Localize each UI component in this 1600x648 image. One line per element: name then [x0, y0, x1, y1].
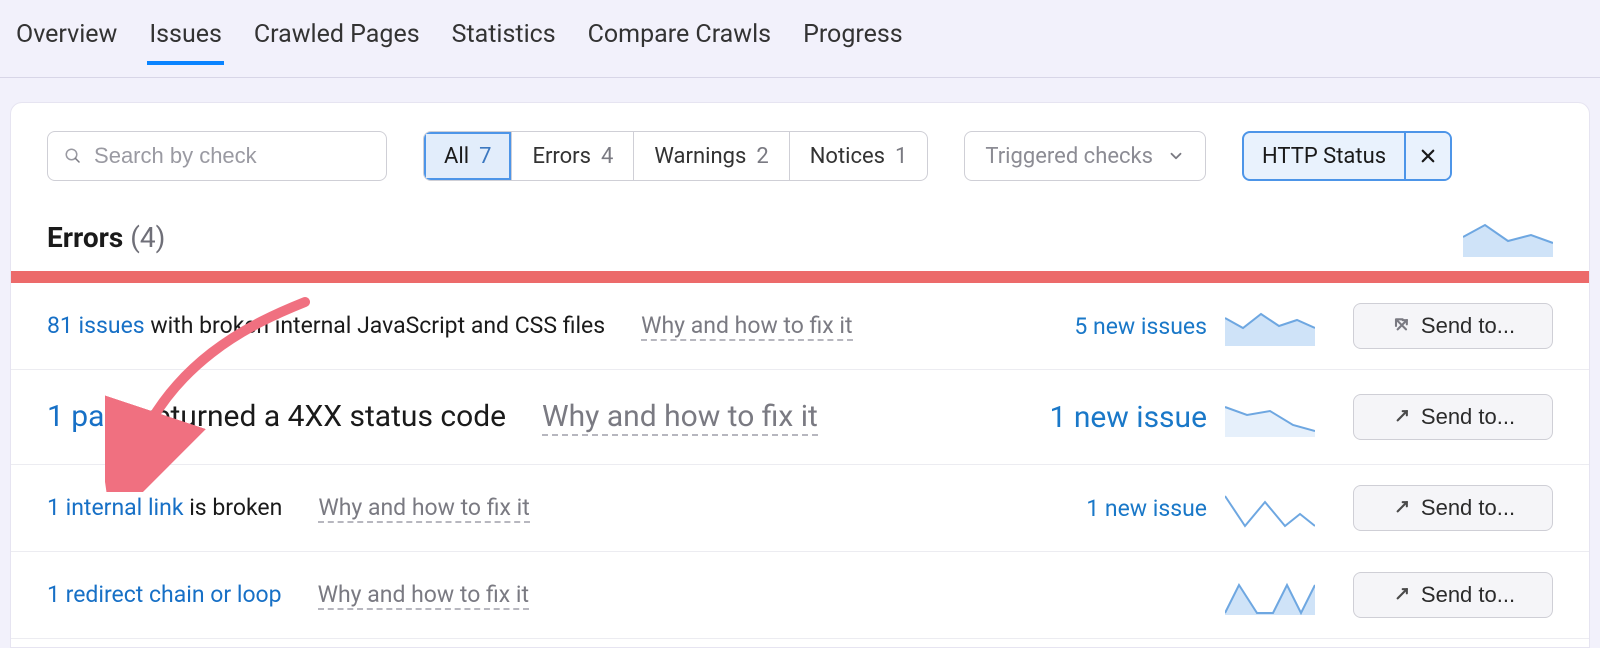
- issue-title[interactable]: 1 internal link is broken: [47, 494, 282, 521]
- section-count: (4): [130, 221, 165, 254]
- issue-link[interactable]: 1 page: [47, 399, 137, 434]
- issue-link[interactable]: 81 issues: [47, 312, 145, 339]
- search-input-wrap[interactable]: [47, 131, 387, 181]
- segment-count: 7: [479, 144, 491, 169]
- send-to-label: Send to...: [1421, 582, 1515, 608]
- issue-title[interactable]: 1 page returned a 4XX status code: [47, 399, 506, 434]
- why-and-how-link[interactable]: Why and how to fix it: [542, 399, 818, 436]
- tab-issues[interactable]: Issues: [147, 20, 224, 65]
- dropdown-label: Triggered checks: [985, 144, 1153, 169]
- search-icon: [64, 146, 82, 166]
- top-tabs: Overview Issues Crawled Pages Statistics…: [0, 0, 1600, 78]
- issue-link[interactable]: 1 internal link: [47, 494, 184, 521]
- tab-crawled-pages[interactable]: Crawled Pages: [252, 20, 422, 65]
- tab-overview[interactable]: Overview: [14, 20, 119, 65]
- row-sparkline: [1225, 488, 1315, 528]
- segment-all[interactable]: All 7: [424, 132, 512, 180]
- send-to-button[interactable]: Send to...: [1353, 572, 1553, 618]
- segment-count: 2: [756, 144, 768, 169]
- errors-severity-bar: [11, 271, 1589, 283]
- issue-row: 1 redirect chain or loop Why and how to …: [11, 552, 1589, 639]
- tab-progress[interactable]: Progress: [801, 20, 905, 65]
- issue-text: with broken internal JavaScript and CSS …: [145, 312, 605, 339]
- section-sparkline: [1463, 217, 1553, 257]
- send-icon: [1391, 498, 1411, 518]
- segment-count: 1: [895, 144, 907, 169]
- triggered-checks-dropdown[interactable]: Triggered checks: [964, 131, 1206, 181]
- chip-close-button[interactable]: [1404, 133, 1450, 179]
- search-input[interactable]: [94, 143, 370, 169]
- send-to-button[interactable]: Send to...: [1353, 394, 1553, 440]
- send-to-label: Send to...: [1421, 313, 1515, 339]
- section-title-text: Errors: [47, 221, 123, 254]
- segment-label: All: [444, 144, 469, 169]
- close-icon: [1419, 147, 1437, 165]
- send-to-label: Send to...: [1421, 404, 1515, 430]
- segment-count: 4: [601, 144, 613, 169]
- chevron-down-icon: [1167, 147, 1185, 165]
- segment-label: Errors: [532, 144, 591, 169]
- issue-text: is broken: [184, 494, 283, 521]
- send-icon: [1391, 316, 1411, 336]
- new-issues-count[interactable]: 1 new issue: [1027, 495, 1207, 522]
- segment-label: Notices: [810, 144, 885, 169]
- segment-label: Warnings: [654, 144, 746, 169]
- issue-title[interactable]: 1 redirect chain or loop: [47, 581, 282, 608]
- issue-title[interactable]: 81 issues with broken internal JavaScrip…: [47, 312, 605, 339]
- send-to-button[interactable]: Send to...: [1353, 303, 1553, 349]
- issue-text: returned a 4XX status code: [137, 399, 506, 434]
- filter-bar: All 7 Errors 4 Warnings 2 Notices 1 Trig…: [11, 103, 1589, 191]
- why-and-how-link[interactable]: Why and how to fix it: [318, 581, 529, 610]
- send-icon: [1391, 407, 1411, 427]
- segment-errors[interactable]: Errors 4: [512, 132, 634, 180]
- issue-row: 81 issues with broken internal JavaScrip…: [11, 283, 1589, 370]
- send-icon: [1391, 585, 1411, 605]
- send-to-label: Send to...: [1421, 495, 1515, 521]
- filter-segments: All 7 Errors 4 Warnings 2 Notices 1: [423, 131, 928, 181]
- section-title: Errors (4): [47, 221, 165, 254]
- row-sparkline: [1225, 575, 1315, 615]
- chip-label[interactable]: HTTP Status: [1244, 133, 1404, 179]
- tab-statistics[interactable]: Statistics: [450, 20, 558, 65]
- row-sparkline: [1225, 397, 1315, 437]
- issue-row: 1 internal link is broken Why and how to…: [11, 465, 1589, 552]
- issue-link[interactable]: 1 redirect chain or loop: [47, 581, 282, 608]
- segment-notices[interactable]: Notices 1: [790, 132, 928, 180]
- new-issues-count[interactable]: 5 new issues: [1027, 313, 1207, 340]
- why-and-how-link[interactable]: Why and how to fix it: [318, 494, 529, 523]
- send-to-button[interactable]: Send to...: [1353, 485, 1553, 531]
- segment-warnings[interactable]: Warnings 2: [634, 132, 789, 180]
- issue-row: 1 page returned a 4XX status code Why an…: [11, 370, 1589, 465]
- tab-compare-crawls[interactable]: Compare Crawls: [586, 20, 773, 65]
- why-and-how-link[interactable]: Why and how to fix it: [641, 312, 852, 341]
- issues-panel: All 7 Errors 4 Warnings 2 Notices 1 Trig…: [10, 102, 1590, 648]
- filter-chip-http-status: HTTP Status: [1242, 131, 1452, 181]
- errors-section-header: Errors (4): [11, 191, 1589, 271]
- new-issues-count[interactable]: 1 new issue: [1027, 400, 1207, 435]
- row-sparkline: [1225, 306, 1315, 346]
